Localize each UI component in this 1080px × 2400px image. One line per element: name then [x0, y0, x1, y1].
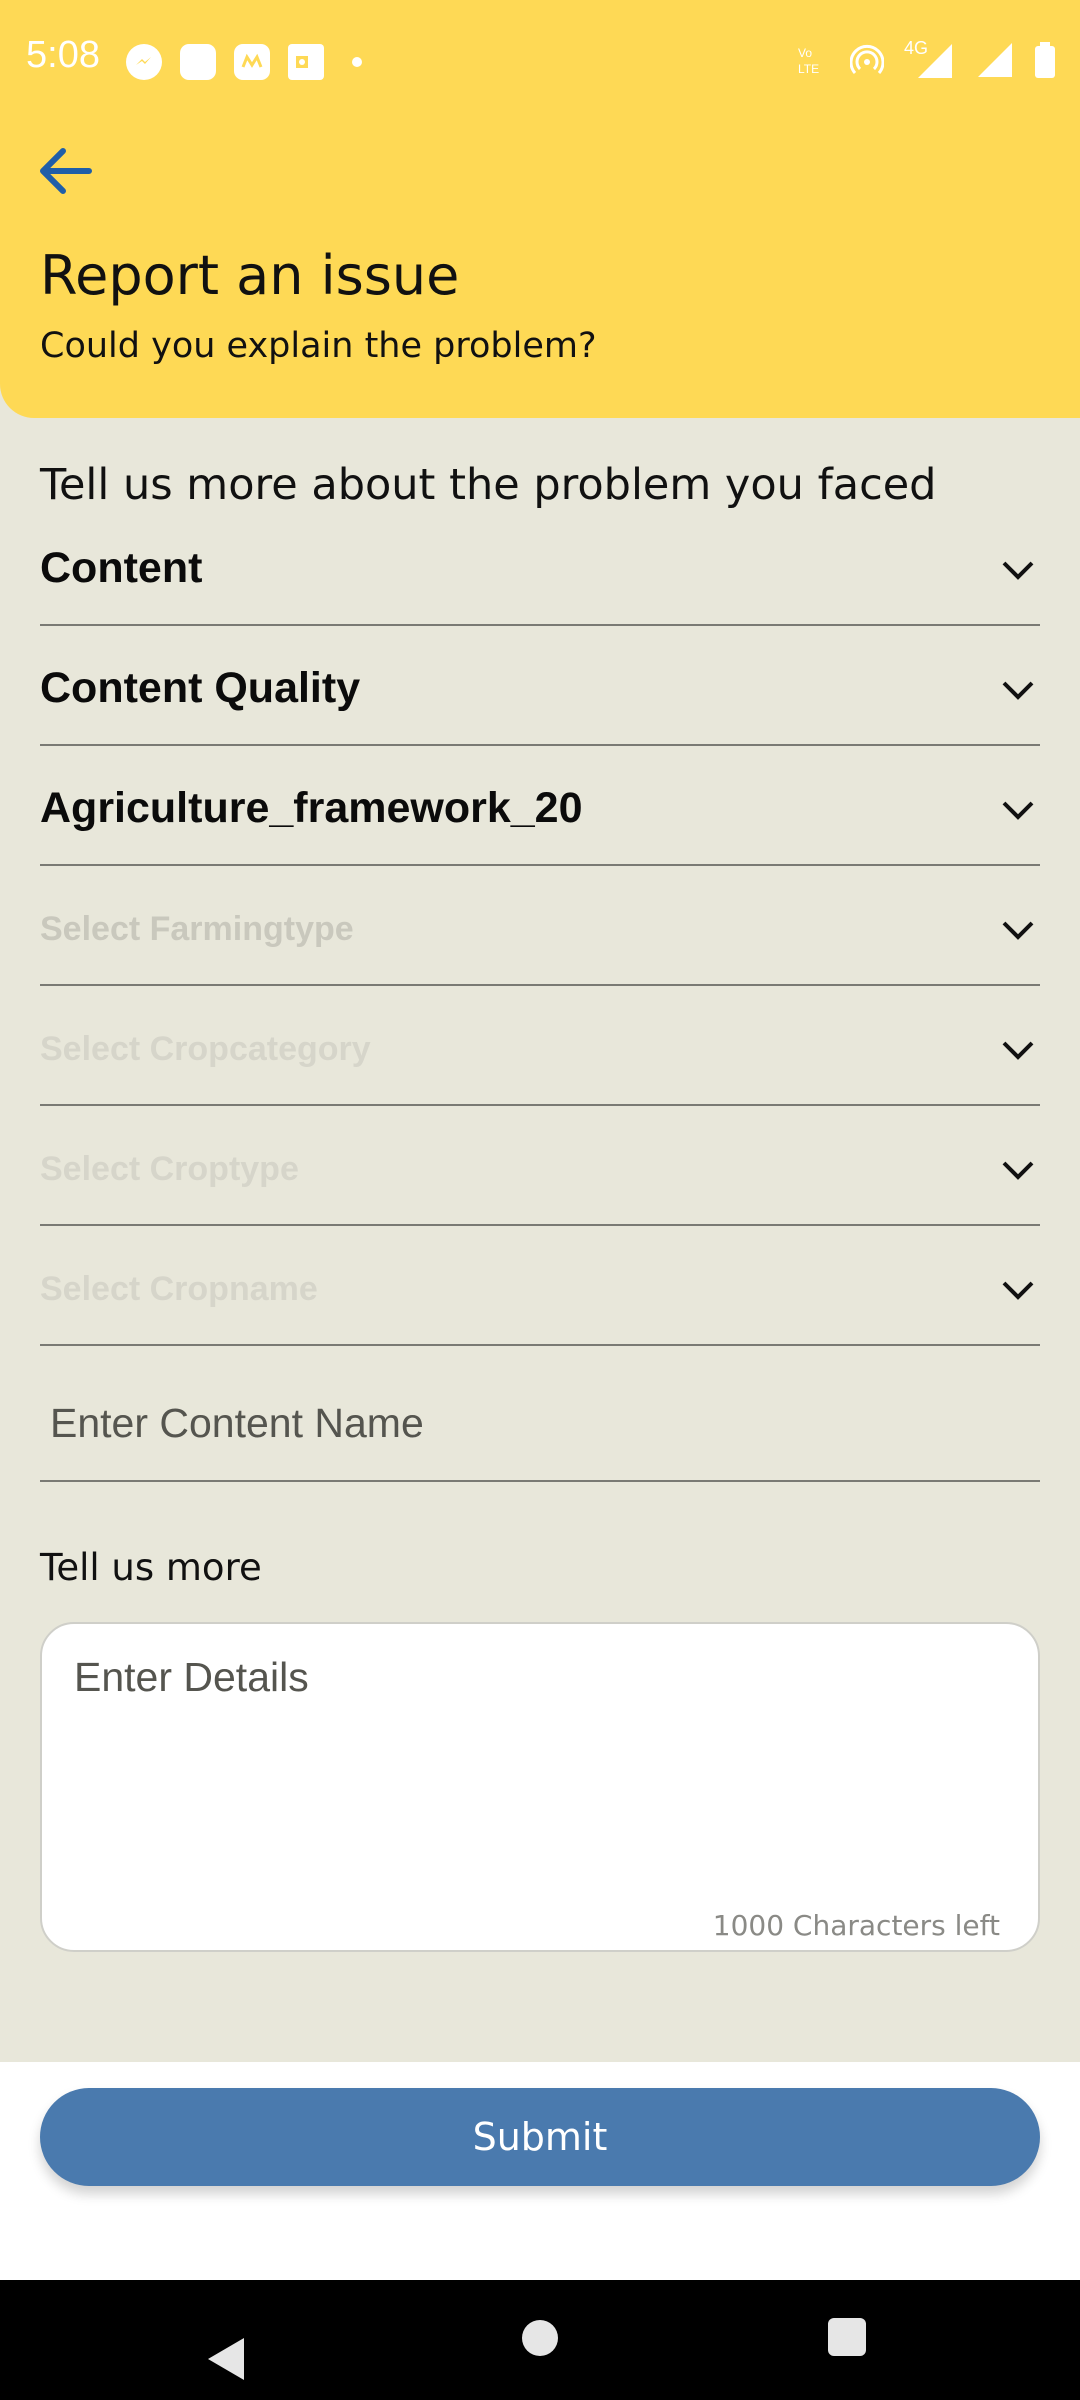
myntra-icon	[234, 44, 270, 80]
back-arrow-icon	[40, 148, 92, 194]
chevron-down-icon	[1002, 561, 1034, 580]
signal-icon	[978, 43, 1012, 77]
details-textarea[interactable]	[72, 1652, 1006, 1886]
dropdown-placeholder: Select Cropname	[40, 1270, 318, 1308]
chevron-down-icon	[1002, 1281, 1034, 1300]
details-box: 1000 Characters left	[40, 1622, 1040, 1952]
category-dropdown[interactable]: Content	[40, 506, 1040, 626]
nav-back-icon[interactable]	[206, 2336, 248, 2382]
content-name-input[interactable]	[40, 1368, 1040, 1478]
page-title: Report an issue	[40, 244, 460, 307]
status-bar: 5:08 Vo LTE 4G	[0, 0, 1080, 126]
svg-text:Vo: Vo	[798, 46, 812, 60]
nav-recents-icon[interactable]	[828, 2318, 866, 2356]
messenger-icon	[126, 44, 162, 80]
back-button[interactable]	[34, 140, 96, 202]
farmingtype-dropdown[interactable]: Select Farmingtype	[40, 866, 1040, 986]
svg-text:LTE: LTE	[798, 62, 819, 76]
framework-dropdown[interactable]: Agriculture_framework_20	[40, 746, 1040, 866]
chevron-down-icon	[1002, 681, 1034, 700]
chevron-down-icon	[1002, 801, 1034, 820]
form-prompt: Tell us more about the problem you faced	[40, 460, 937, 510]
hotspot-icon	[850, 44, 884, 74]
dropdown-placeholder: Select Farmingtype	[40, 910, 354, 948]
battery-icon	[1035, 42, 1055, 78]
app-icon	[180, 44, 216, 80]
system-icons: Vo LTE 4G	[796, 38, 1056, 78]
characters-left-counter: 1000 Characters left	[712, 1909, 1000, 1942]
more-notifications-dot	[352, 57, 362, 67]
nav-home-icon[interactable]	[522, 2320, 558, 2356]
cropname-dropdown[interactable]: Select Cropname	[40, 1226, 1040, 1346]
notification-icons	[126, 44, 362, 80]
submit-button[interactable]: Submit	[40, 2088, 1040, 2186]
chevron-down-icon	[1002, 1161, 1034, 1180]
subcategory-dropdown[interactable]: Content Quality	[40, 626, 1040, 746]
outlook-icon	[288, 44, 324, 80]
tell-more-label: Tell us more	[40, 1546, 262, 1589]
dropdown-value: Agriculture_framework_20	[40, 784, 583, 832]
4g-signal-icon: 4G	[904, 38, 958, 78]
content-name-field-wrap	[40, 1368, 1040, 1482]
dropdown-value: Content Quality	[40, 664, 361, 712]
volte-icon: Vo LTE	[798, 46, 819, 76]
chevron-down-icon	[1002, 921, 1034, 940]
page-subtitle: Could you explain the problem?	[40, 326, 597, 366]
status-time: 5:08	[26, 34, 100, 76]
dropdown-placeholder: Select Croptype	[40, 1150, 299, 1188]
croptype-dropdown[interactable]: Select Croptype	[40, 1106, 1040, 1226]
cropcategory-dropdown[interactable]: Select Cropcategory	[40, 986, 1040, 1106]
dropdown-value: Content	[40, 544, 203, 592]
dropdown-placeholder: Select Cropcategory	[40, 1030, 371, 1068]
chevron-down-icon	[1002, 1041, 1034, 1060]
